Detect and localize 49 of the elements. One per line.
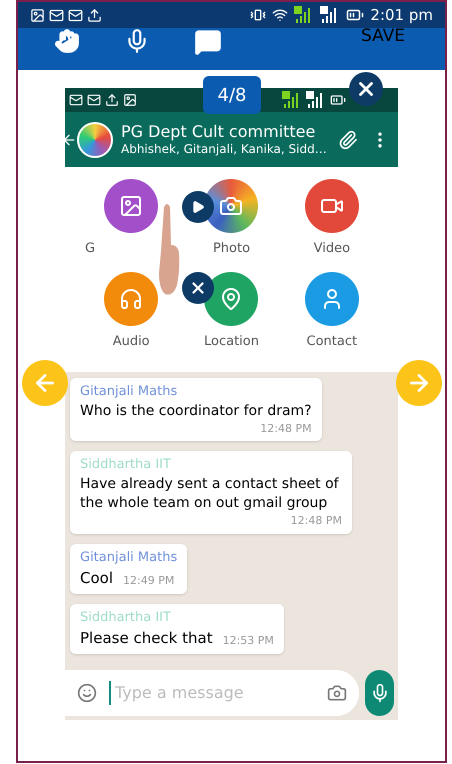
vibrate-icon	[250, 7, 266, 23]
attach-label: G	[85, 240, 96, 258]
sender-name: Gitanjali Maths	[80, 383, 178, 401]
sender-name: Siddhartha IIT	[80, 456, 172, 474]
chat-icon[interactable]	[194, 28, 222, 56]
clock-time: 2:01 pm	[370, 4, 433, 26]
message-time: 12:48 PM	[260, 420, 312, 437]
message-time: 12:49 PM	[123, 573, 174, 590]
message-text: Who is the coordinator for dram?	[80, 402, 312, 420]
play-icon	[191, 200, 205, 214]
close-button[interactable]	[349, 72, 383, 106]
page-counter: 4/8	[203, 76, 261, 114]
message-time: 12:53 PM	[222, 633, 274, 650]
attach-label: Location	[204, 332, 259, 350]
message-field[interactable]: Type a message	[65, 670, 359, 716]
emoji-icon[interactable]	[77, 683, 97, 703]
camera-icon	[219, 194, 244, 218]
hand-icon[interactable]	[54, 28, 80, 54]
attach-label: Audio	[112, 332, 150, 350]
remove-button[interactable]	[182, 272, 214, 304]
message-time: 12:48 PM	[290, 513, 342, 530]
attach-label: Contact	[306, 332, 358, 350]
wifi-icon	[272, 7, 288, 23]
mic-button[interactable]	[365, 670, 394, 716]
message-text: Please check that	[80, 628, 213, 650]
paperclip-icon[interactable]	[338, 130, 358, 150]
chat-title: PG Dept Cult committee	[121, 122, 316, 142]
group-avatar	[77, 122, 113, 158]
attach-label: Photo	[212, 240, 250, 258]
upload-icon	[87, 8, 102, 22]
sender-name: Siddhartha IIT	[80, 608, 172, 627]
message-input[interactable]: Type a message	[109, 681, 315, 705]
message-text: Have already sent a contact sheet of the whole team on out gmail group	[80, 474, 340, 513]
mail-icon	[68, 8, 83, 22]
attach-label: Video	[314, 240, 350, 258]
camera-icon[interactable]	[327, 683, 347, 703]
image-icon	[119, 194, 144, 218]
mail-icon	[49, 8, 64, 22]
mail-icon	[87, 93, 101, 107]
upload-icon	[105, 93, 119, 107]
mail-icon	[69, 93, 83, 107]
image-icon	[30, 8, 45, 22]
save-button[interactable]: SAVE	[360, 28, 405, 45]
play-button[interactable]	[182, 191, 214, 223]
message-text: Cool	[80, 568, 113, 590]
image-icon	[123, 93, 137, 107]
sender-name: Gitanjali Maths	[80, 548, 178, 567]
chat-subtitle: Abhishek, Gitanjali, Kanika, Sidd…	[121, 142, 327, 157]
headphones-icon	[119, 286, 144, 310]
